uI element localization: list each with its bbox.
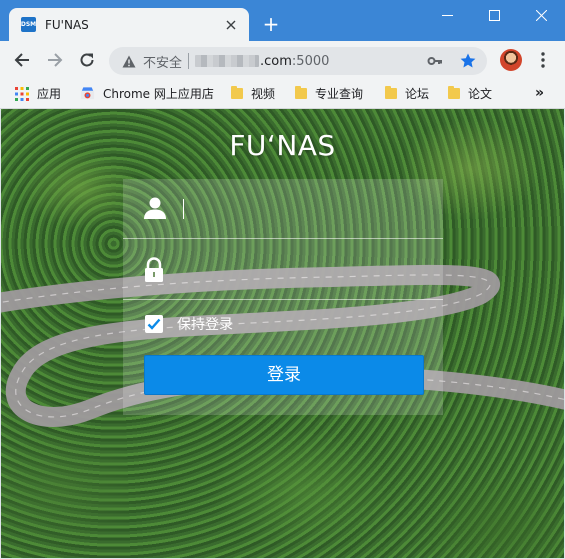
- reload-icon[interactable]: [73, 46, 101, 74]
- remember-label: 保持登录: [177, 317, 233, 333]
- brand-title: FU‘NAS: [229, 129, 336, 162]
- address-separator: [188, 53, 190, 69]
- key-icon[interactable]: [427, 53, 443, 69]
- apps-grid-icon: [15, 86, 29, 101]
- new-tab-button[interactable]: +: [260, 13, 282, 35]
- warning-triangle-icon[interactable]: [121, 53, 137, 69]
- close-icon[interactable]: [223, 17, 239, 33]
- bookmarks-bar: 应用 Chrome 网上应用店 视频 专业查询 论坛 论文 »: [0, 79, 565, 109]
- back-arrow-icon[interactable]: [8, 46, 36, 74]
- bookmark-folder-video[interactable]: 视频: [231, 79, 275, 108]
- tab-title: FU'NAS: [45, 17, 89, 32]
- browser-window: DSM FU'NAS + 不安全 .com:5000 应用 Chrome 网上…: [0, 0, 565, 559]
- browser-toolbar: 不安全 .com :5000: [0, 41, 565, 79]
- dsm-favicon-icon: DSM: [21, 17, 36, 32]
- address-bar[interactable]: 不安全 .com :5000: [109, 47, 487, 75]
- remember-me[interactable]: 保持登录: [145, 313, 233, 335]
- bookmark-apps[interactable]: 应用: [15, 79, 61, 108]
- folder-icon: [295, 86, 307, 99]
- forward-arrow-icon[interactable]: [41, 46, 69, 74]
- minimize-icon[interactable]: [424, 0, 470, 30]
- text-caret: [183, 199, 184, 219]
- folder-icon: [385, 86, 397, 99]
- login-panel: 保持登录 登录: [123, 179, 443, 415]
- folder-icon: [448, 86, 460, 99]
- profile-avatar[interactable]: [500, 49, 522, 71]
- remember-checkbox[interactable]: [145, 315, 163, 333]
- username-input[interactable]: [181, 194, 425, 226]
- kebab-menu-icon[interactable]: [532, 49, 554, 71]
- bookmark-chrome-webstore[interactable]: Chrome 网上应用店: [80, 79, 214, 108]
- bookmark-label: 论坛: [405, 87, 430, 101]
- chrome-webstore-icon: [80, 86, 95, 101]
- bookmark-folder-professional-query[interactable]: 专业查询: [295, 79, 363, 108]
- star-icon[interactable]: [459, 52, 477, 70]
- security-label: 不安全: [143, 55, 183, 71]
- password-field: [123, 240, 443, 300]
- user-icon: [143, 196, 167, 222]
- login-button[interactable]: 登录: [144, 355, 424, 395]
- url-port: :5000: [291, 53, 330, 69]
- url-text: .com :5000: [195, 54, 329, 69]
- tab-funas[interactable]: DSM FU'NAS: [9, 8, 249, 41]
- bookmark-label: 论文: [468, 87, 493, 101]
- window-close-icon[interactable]: [518, 0, 564, 30]
- password-input[interactable]: [181, 255, 425, 287]
- checkmark-icon: [147, 318, 161, 330]
- tab-strip: DSM FU'NAS +: [0, 0, 565, 41]
- bookmark-label: Chrome 网上应用店: [103, 87, 214, 101]
- url-host-suffix: .com: [260, 53, 292, 69]
- bookmark-folder-forum[interactable]: 论坛: [385, 79, 429, 108]
- bookmarks-more-icon[interactable]: »: [535, 85, 544, 101]
- bookmark-label: 视频: [251, 87, 276, 101]
- bookmark-folder-papers[interactable]: 论文: [448, 79, 492, 108]
- folder-icon: [231, 86, 243, 99]
- username-field: [123, 179, 443, 239]
- redacted-host: [195, 55, 260, 67]
- bookmark-label: 专业查询: [315, 87, 364, 101]
- maximize-icon[interactable]: [471, 0, 517, 30]
- bookmark-label: 应用: [37, 87, 62, 101]
- lock-icon: [143, 257, 167, 283]
- login-page: FU‘NAS 保持登录 登录: [1, 109, 564, 558]
